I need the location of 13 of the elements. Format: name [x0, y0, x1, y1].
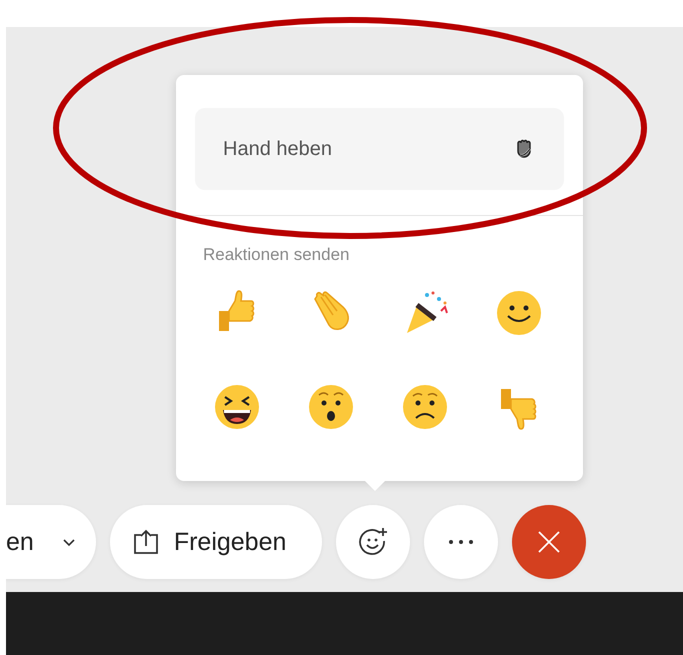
smiley-plus-icon — [358, 527, 388, 557]
upload-icon — [132, 529, 160, 555]
chevron-down-icon — [62, 538, 76, 546]
more-icon — [448, 539, 474, 545]
dropdown-button[interactable]: en — [6, 505, 96, 579]
share-button[interactable]: Freigeben — [110, 505, 322, 579]
raise-hand-button[interactable]: Hand heben — [195, 108, 564, 190]
section-label: Reaktionen senden — [203, 245, 351, 265]
laughing-face-icon[interactable] — [213, 383, 261, 431]
surprised-face-icon[interactable] — [307, 383, 355, 431]
close-icon — [537, 530, 562, 554]
sad-face-icon[interactable] — [401, 383, 449, 431]
smiley-face-icon[interactable] — [495, 289, 543, 337]
